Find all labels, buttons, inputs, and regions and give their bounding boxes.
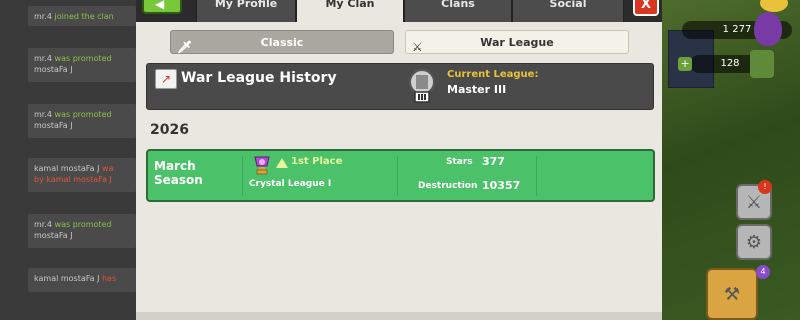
sword-icon: 🗡 bbox=[177, 40, 193, 54]
season-name: March Season bbox=[154, 159, 203, 187]
war-league-history-header: ↗ War League History Current League: Mas… bbox=[146, 63, 654, 110]
village-background: 1 277 128 + ⚔ ! ⚙ ⚒ 4 bbox=[662, 0, 800, 320]
crossed-swords-icon: ⚔ bbox=[412, 40, 423, 54]
crystal-league-trophy-icon bbox=[254, 156, 270, 175]
chat-message: mr.4 was promoted mostaFa J bbox=[28, 214, 136, 248]
season-row[interactable]: March Season 1st Place Crystal League I … bbox=[146, 149, 655, 202]
history-title: War League History bbox=[181, 70, 337, 86]
divider bbox=[536, 156, 537, 196]
chat-actor: kamal mostaFa J bbox=[34, 274, 100, 283]
chat-action: was promoted bbox=[54, 54, 112, 63]
elixir-icon bbox=[754, 12, 782, 46]
gear-icon: ⚙ bbox=[745, 231, 763, 253]
chat-target: by kamal mostaFa J bbox=[34, 175, 112, 184]
chat-target: mostaFa J bbox=[34, 65, 73, 74]
chat-action: was promoted bbox=[54, 220, 112, 229]
add-icon[interactable]: + bbox=[678, 57, 692, 71]
chat-message: mr.4 was promoted mostaFa J bbox=[28, 104, 136, 138]
chat-actor: mr.4 bbox=[34, 54, 52, 63]
chat-message: kamal mostaFa J has bbox=[28, 268, 136, 292]
tab-clans[interactable]: Clans bbox=[404, 0, 512, 22]
chart-icon: ↗ bbox=[155, 69, 177, 89]
subtab-war-league-label: War League bbox=[480, 36, 554, 49]
close-button[interactable]: X bbox=[633, 0, 659, 16]
chat-target: mostaFa J bbox=[34, 231, 73, 240]
season-name-line1: March bbox=[154, 159, 196, 173]
clan-chat-panel: mr.4 joined the clan mr.4 was promoted m… bbox=[0, 0, 136, 320]
subtab-war-league[interactable]: ⚔ War League bbox=[405, 30, 629, 54]
chat-actor: mr.4 bbox=[34, 220, 52, 229]
divider bbox=[242, 156, 243, 196]
subtab-classic[interactable]: 🗡 Classic bbox=[170, 30, 394, 54]
season-place: 1st Place bbox=[291, 156, 343, 167]
chat-actor: kamal mostaFa J bbox=[34, 164, 100, 173]
divider bbox=[397, 156, 398, 196]
chat-action: joined the clan bbox=[54, 12, 114, 21]
chat-message: kamal mostaFa J wa by kamal mostaFa J bbox=[28, 158, 136, 192]
subtab-classic-label: Classic bbox=[260, 36, 304, 49]
notification-badge: ! bbox=[758, 180, 772, 194]
season-name-line2: Season bbox=[154, 173, 203, 187]
clan-war-league-panel: ◀ My Profile My Clan Clans Social X 🗡 Cl… bbox=[136, 0, 662, 320]
chat-actor: mr.4 bbox=[34, 12, 52, 21]
season-league: Crystal League I bbox=[249, 179, 332, 189]
back-button[interactable]: ◀ bbox=[142, 0, 182, 14]
stars-label: Stars bbox=[446, 157, 473, 167]
panel-footer bbox=[136, 312, 662, 320]
builder-count-badge: 4 bbox=[756, 265, 770, 279]
tab-my-clan[interactable]: My Clan bbox=[296, 0, 404, 22]
current-league-label: Current League: bbox=[447, 69, 539, 80]
tab-bar: ◀ My Profile My Clan Clans Social X bbox=[136, 0, 662, 22]
stars-value: 377 bbox=[482, 155, 505, 168]
chat-message: mr.4 joined the clan bbox=[28, 6, 136, 26]
settings-button[interactable]: ⚙ bbox=[736, 224, 772, 260]
destruction-value: 10357 bbox=[482, 179, 521, 192]
tab-social[interactable]: Social bbox=[512, 0, 624, 22]
builder-button[interactable]: ⚒ bbox=[706, 268, 758, 320]
chat-target: mostaFa J bbox=[34, 121, 73, 130]
gem-icon bbox=[750, 50, 774, 78]
hammer-icon: ⚒ bbox=[723, 283, 741, 305]
chat-action: has bbox=[101, 274, 117, 283]
chat-actor: mr.4 bbox=[34, 110, 52, 119]
rank-up-arrow-icon bbox=[276, 158, 288, 168]
tab-my-profile[interactable]: My Profile bbox=[196, 0, 296, 22]
back-arrow-icon: ◀ bbox=[155, 0, 165, 11]
year-heading: 2026 bbox=[150, 122, 189, 138]
chat-message: mr.4 was promoted mostaFa J bbox=[28, 48, 136, 82]
master-league-badge-icon bbox=[409, 69, 435, 103]
chat-action: was promoted bbox=[54, 110, 112, 119]
swords-icon: ⚔ bbox=[745, 191, 763, 213]
chat-action: wa bbox=[101, 164, 114, 173]
current-league-value: Master III bbox=[447, 83, 507, 96]
gold-icon bbox=[760, 0, 788, 12]
destruction-label: Destruction bbox=[418, 181, 478, 191]
